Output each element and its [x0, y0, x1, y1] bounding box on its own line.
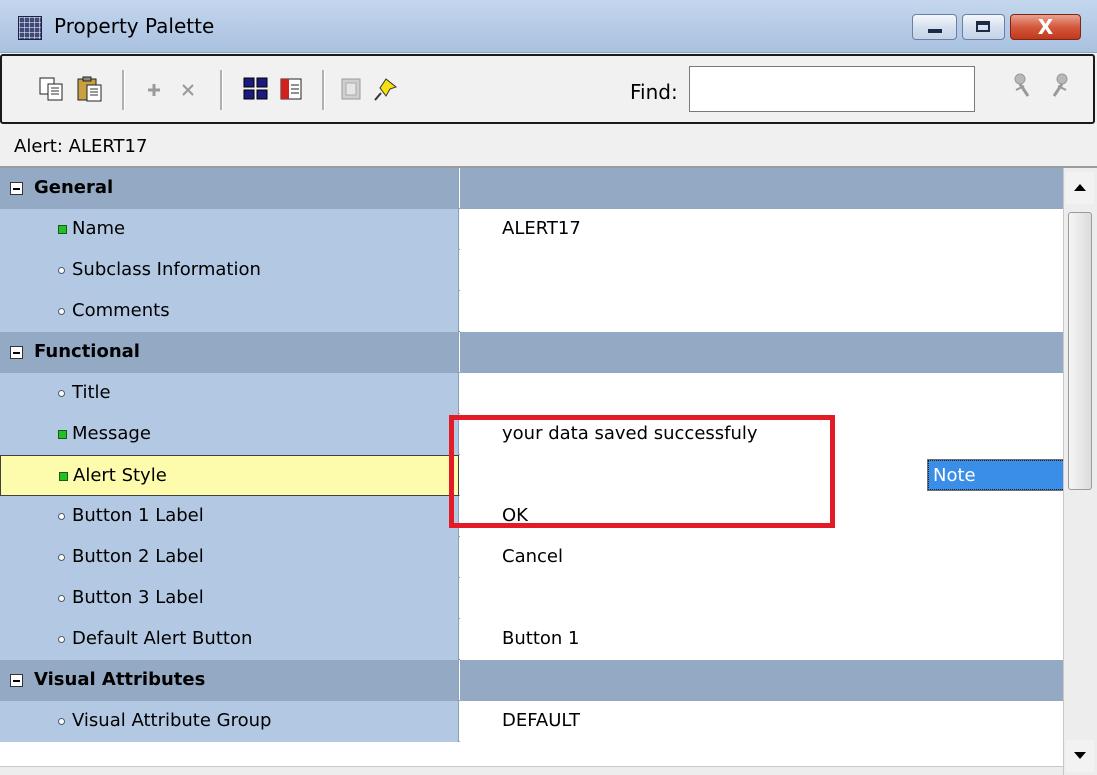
default-property-icon — [58, 513, 65, 520]
minimize-icon — [928, 29, 942, 33]
vertical-scrollbar[interactable] — [1063, 168, 1097, 775]
property-row-name[interactable]: Name ALERT17 — [0, 209, 1063, 250]
property-label: Default Alert Button — [72, 628, 253, 649]
category-label: Functional — [34, 341, 140, 362]
close-icon: X — [1037, 15, 1054, 39]
property-row-alert-style[interactable]: Alert Style Note — [0, 455, 1063, 496]
find-next-icon[interactable] — [1010, 70, 1040, 102]
property-row-button-2-label[interactable]: Button 2 Label Cancel — [0, 537, 1063, 578]
property-value[interactable]: Cancel — [502, 537, 563, 577]
alert-style-dropdown[interactable]: Note — [927, 459, 1063, 491]
toolbar-separator — [122, 70, 125, 110]
breadcrumb: Alert: ALERT17 — [14, 136, 148, 157]
collapse-icon[interactable] — [10, 674, 23, 687]
close-button[interactable]: X — [1010, 14, 1081, 40]
default-property-icon — [58, 267, 65, 274]
horizontal-scrollbar[interactable] — [0, 766, 1063, 775]
scroll-up-icon[interactable] — [1066, 172, 1094, 204]
category-row-visual-attributes[interactable]: Visual Attributes — [0, 660, 1063, 701]
property-value[interactable]: DEFAULT — [502, 701, 580, 741]
property-row-button-1-label[interactable]: Button 1 Label OK — [0, 496, 1063, 537]
property-value[interactable]: ALERT17 — [502, 209, 581, 249]
find-label: Find: — [630, 80, 678, 104]
property-label: Button 1 Label — [72, 505, 204, 526]
toolbar: Find: — [0, 54, 1095, 124]
toolbar-separator — [220, 70, 223, 110]
default-property-icon — [58, 390, 65, 397]
freeze-pin-icon[interactable] — [372, 76, 400, 102]
property-palette-app-icon — [18, 16, 42, 40]
category-label: General — [34, 177, 114, 198]
property-row-title[interactable]: Title — [0, 373, 1063, 414]
collapse-icon[interactable] — [10, 182, 23, 195]
delete-property-icon[interactable] — [174, 76, 202, 102]
property-row-visual-attribute-group[interactable]: Visual Attribute Group DEFAULT — [0, 701, 1063, 742]
property-label: Subclass Information — [72, 259, 261, 280]
default-property-icon — [58, 595, 65, 602]
find-input[interactable] — [689, 66, 975, 112]
property-grid: General Name ALERT17 Subclass Informatio… — [0, 168, 1063, 775]
toolbar-separator — [322, 70, 325, 110]
property-row-subclass-information[interactable]: Subclass Information — [0, 250, 1063, 291]
property-label: Comments — [72, 300, 170, 321]
category-label: Visual Attributes — [34, 669, 206, 690]
add-property-icon[interactable] — [140, 76, 168, 102]
default-property-icon — [58, 308, 65, 315]
property-label: Name — [72, 218, 126, 239]
property-row-button-3-label[interactable]: Button 3 Label — [0, 578, 1063, 619]
minimize-button[interactable] — [912, 14, 957, 40]
intersection-icon[interactable] — [338, 76, 366, 102]
collapse-icon[interactable] — [10, 346, 23, 359]
property-label: Title — [72, 382, 111, 403]
property-label: Alert Style — [73, 465, 167, 486]
paste-properties-icon[interactable] — [76, 76, 104, 102]
category-row-general[interactable]: General — [0, 168, 1063, 209]
property-row-default-alert-button[interactable]: Default Alert Button Button 1 — [0, 619, 1063, 660]
property-palette-window: Property Palette X Find: Alert: ALERT17 … — [0, 0, 1097, 775]
changed-property-icon — [58, 430, 67, 439]
inherit-icon[interactable] — [278, 76, 306, 102]
maximize-icon — [976, 21, 990, 32]
maximize-button[interactable] — [962, 14, 1005, 40]
category-row-functional[interactable]: Functional — [0, 332, 1063, 373]
default-property-icon — [58, 554, 65, 561]
property-row-comments[interactable]: Comments — [0, 291, 1063, 332]
property-label: Button 2 Label — [72, 546, 204, 567]
find-previous-icon[interactable] — [1044, 70, 1074, 102]
property-value[interactable]: your data saved successfuly — [502, 414, 758, 454]
property-class-icon[interactable] — [242, 76, 270, 102]
property-label: Message — [72, 423, 151, 444]
changed-property-icon — [59, 472, 68, 481]
changed-property-icon — [58, 225, 67, 234]
scrollbar-thumb[interactable] — [1068, 212, 1092, 490]
property-value[interactable]: OK — [502, 496, 528, 536]
default-property-icon — [58, 636, 65, 643]
title-bar[interactable]: Property Palette X — [0, 0, 1097, 53]
property-label: Visual Attribute Group — [72, 710, 272, 731]
default-property-icon — [58, 718, 65, 725]
property-value[interactable]: Button 1 — [502, 619, 579, 659]
property-row-message[interactable]: Message your data saved successfuly — [0, 414, 1063, 455]
dropdown-selected-value[interactable]: Note — [928, 460, 1063, 490]
copy-properties-icon[interactable] — [38, 76, 66, 102]
scroll-down-icon[interactable] — [1066, 740, 1094, 772]
window-title: Property Palette — [54, 14, 215, 38]
property-label: Button 3 Label — [72, 587, 204, 608]
